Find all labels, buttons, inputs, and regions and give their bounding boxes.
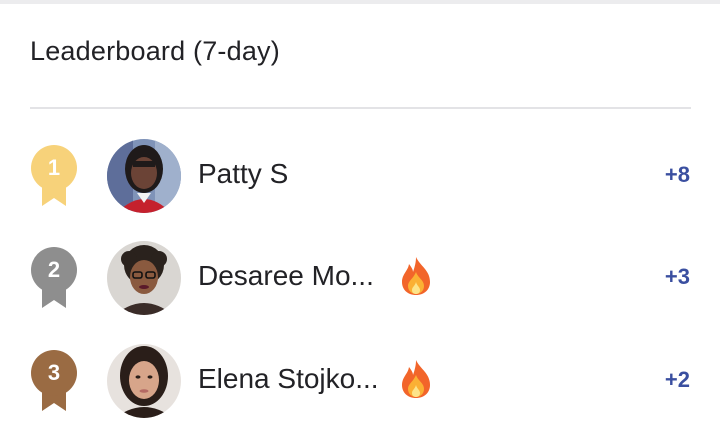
user-name[interactable]: Elena Stojko...	[198, 363, 379, 395]
rank-number: 1	[47, 155, 61, 180]
title-divider	[30, 107, 691, 109]
leaderboard-row-1[interactable]: 1 Patty S +8	[0, 136, 720, 216]
rank-medal-3: 3	[28, 349, 80, 413]
fire-icon	[400, 359, 432, 399]
avatar[interactable]	[107, 139, 181, 213]
rank-number: 3	[47, 360, 61, 385]
rank-number: 2	[47, 257, 61, 282]
top-divider	[0, 0, 720, 4]
user-name[interactable]: Patty S	[198, 158, 288, 190]
leaderboard-row-3[interactable]: 3 Elena Stojko... +2	[0, 341, 720, 421]
leaderboard-row-2[interactable]: 2 Desaree Mo... +3	[0, 238, 720, 318]
rank-medal-2: 2	[28, 246, 80, 310]
fire-icon	[400, 256, 432, 296]
user-name[interactable]: Desaree Mo...	[198, 260, 374, 292]
points-badge: +3	[664, 264, 690, 289]
avatar[interactable]	[107, 241, 181, 315]
rank-medal-1: 1	[28, 144, 80, 208]
leaderboard-card: Leaderboard (7-day) 1 Patty S +8 2 Desar…	[0, 0, 720, 427]
avatar[interactable]	[107, 344, 181, 418]
leaderboard-title: Leaderboard (7-day)	[30, 36, 280, 66]
points-badge: +8	[664, 162, 690, 187]
points-badge: +2	[664, 367, 690, 392]
